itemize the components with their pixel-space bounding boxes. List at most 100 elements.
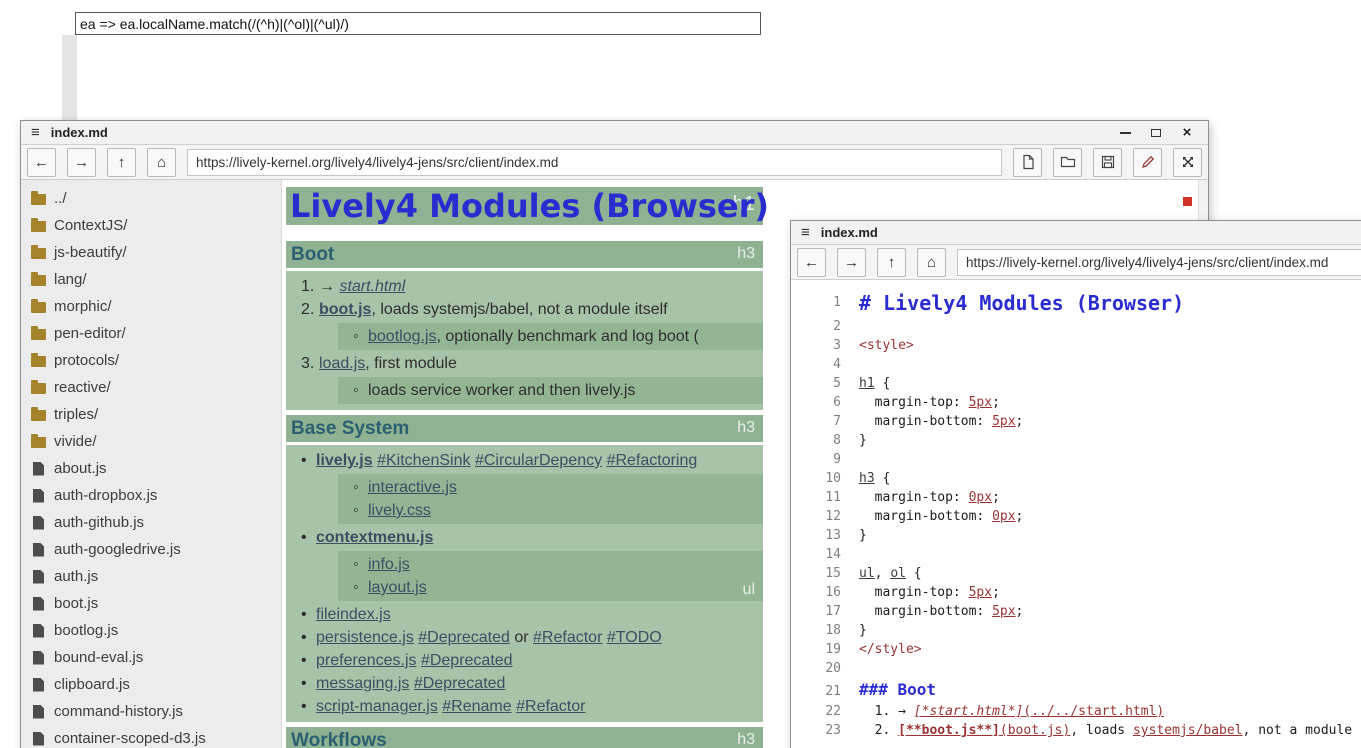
sidebar-item-file[interactable]: auth-dropbox.js — [21, 482, 281, 509]
code-segment: [**boot.js**] — [898, 723, 1000, 738]
forward-button[interactable]: → — [67, 148, 96, 177]
hashtag-link[interactable]: #Refactoring — [607, 452, 698, 469]
link-start-html[interactable]: start.html — [339, 278, 405, 295]
window-title: index.md — [51, 125, 108, 140]
expand-button[interactable] — [1173, 148, 1202, 177]
sidebar-item-folder[interactable]: ContextJS/ — [21, 212, 281, 239]
link-lively-js[interactable]: lively.js — [316, 452, 373, 469]
code-editor[interactable]: 1# Lively4 Modules (Browser) 2 3<style> … — [791, 280, 1361, 748]
hashtag-link[interactable]: #Rename — [442, 698, 511, 715]
code-segment: margin-bottom: — [859, 414, 992, 429]
maximize-button[interactable] — [1145, 124, 1167, 141]
item-text: , loads systemjs/babel, not a module its… — [371, 301, 667, 318]
sidebar-item-file[interactable]: auth-github.js — [21, 509, 281, 536]
list-item: ◦info.js — [338, 553, 763, 576]
code-segment: margin-bottom: — [859, 604, 992, 619]
sidebar-item-file[interactable]: auth-googledrive.js — [21, 536, 281, 563]
link-bootlog-js[interactable]: bootlog.js — [368, 328, 437, 345]
sidebar-item-file[interactable]: command-history.js — [21, 698, 281, 725]
hashtag-link[interactable]: #Deprecated — [414, 675, 506, 692]
link-lively-css[interactable]: lively.css — [368, 502, 431, 519]
sidebar-item-folder[interactable]: lang/ — [21, 266, 281, 293]
desktop: ≡ index.md × ← → ↑ ⌂ — [0, 0, 1361, 748]
link-boot-js[interactable]: boot.js — [319, 301, 371, 318]
link-load-js[interactable]: load.js — [319, 355, 365, 372]
file-icon — [33, 489, 44, 503]
url-input[interactable] — [187, 149, 1002, 176]
hashtag-link[interactable]: #KitchenSink — [377, 452, 470, 469]
link-persistence-js[interactable]: persistence.js — [316, 629, 414, 646]
sidebar-item-folder[interactable]: reactive/ — [21, 374, 281, 401]
new-file-button[interactable] — [1013, 148, 1042, 177]
hashtag-link[interactable]: #Deprecated — [418, 629, 510, 646]
sidebar-item-file[interactable]: bootlog.js — [21, 617, 281, 644]
folder-button[interactable] — [1053, 148, 1082, 177]
code-segment: , loads — [1070, 723, 1133, 738]
link-script-manager-js[interactable]: script-manager.js — [316, 698, 438, 715]
hashtag-link[interactable]: #Refactor — [516, 698, 585, 715]
code-segment: h1 — [859, 376, 875, 391]
list-marker: • — [301, 526, 316, 549]
window-titlebar[interactable]: ≡ index.md × — [21, 121, 1208, 145]
link-info-js[interactable]: info.js — [368, 556, 410, 573]
hashtag-link[interactable]: #CircularDepency — [475, 452, 602, 469]
folder-icon — [31, 275, 46, 286]
folder-name: triples/ — [54, 406, 98, 423]
code-segment: , — [875, 566, 891, 581]
close-button[interactable]: × — [1176, 124, 1198, 141]
folder-icon — [31, 356, 46, 367]
hashtag-link[interactable]: #TODO — [607, 629, 662, 646]
file-icon — [33, 462, 44, 476]
sidebar-item-folder[interactable]: pen-editor/ — [21, 320, 281, 347]
sidebar-item-folder[interactable]: vivide/ — [21, 428, 281, 455]
sidebar-item-file[interactable]: bound-eval.js — [21, 644, 281, 671]
window-menu-icon[interactable]: ≡ — [801, 224, 810, 241]
code-segment: { — [875, 376, 891, 391]
sidebar-item-folder[interactable]: protocols/ — [21, 347, 281, 374]
home-button[interactable]: ⌂ — [147, 148, 176, 177]
folder-icon — [31, 329, 46, 340]
edit-button[interactable] — [1133, 148, 1162, 177]
link-layout-js[interactable]: layout.js — [368, 579, 427, 596]
code-line: 23 2. [**boot.js**](boot.js), loads syst… — [803, 723, 1361, 742]
sidebar-item-folder[interactable]: triples/ — [21, 401, 281, 428]
link-interactive-js[interactable]: interactive.js — [368, 479, 457, 496]
link-fileindex-js[interactable]: fileindex.js — [316, 606, 391, 623]
forward-button[interactable]: → — [837, 248, 866, 277]
folder-icon — [31, 248, 46, 259]
sidebar-item-folder[interactable]: ../ — [21, 185, 281, 212]
file-name: auth-dropbox.js — [54, 487, 157, 504]
up-button[interactable]: ↑ — [107, 148, 136, 177]
window-menu-icon[interactable]: ≡ — [31, 124, 40, 141]
sidebar-item-file[interactable]: boot.js — [21, 590, 281, 617]
window-titlebar[interactable]: ≡ index.md — [791, 221, 1361, 245]
nested-list-highlight: ◦bootlog.js, optionally benchmark and lo… — [338, 323, 763, 350]
link-preferences-js[interactable]: preferences.js — [316, 652, 417, 669]
sidebar-item-file[interactable]: container-scoped-d3.js — [21, 725, 281, 748]
sidebar-item-file[interactable]: auth.js — [21, 563, 281, 590]
link-contextmenu-js[interactable]: contextmenu.js — [316, 529, 433, 546]
hashtag-link[interactable]: #Refactor — [533, 629, 602, 646]
list-item: •contextmenu.js — [286, 526, 763, 549]
back-button[interactable]: ← — [797, 248, 826, 277]
sidebar-item-file[interactable]: about.js — [21, 455, 281, 482]
minimize-button[interactable] — [1114, 124, 1136, 141]
back-button[interactable]: ← — [27, 148, 56, 177]
sidebar-item-folder[interactable]: morphic/ — [21, 293, 281, 320]
url-input[interactable] — [957, 249, 1361, 276]
save-button[interactable] — [1093, 148, 1122, 177]
filter-expression-input[interactable] — [75, 12, 761, 35]
list-marker: 1. — [301, 275, 319, 298]
file-name: bound-eval.js — [54, 649, 143, 666]
item-text: or — [510, 629, 533, 646]
file-name: command-history.js — [54, 703, 183, 720]
up-button[interactable]: ↑ — [877, 248, 906, 277]
sidebar-item-file[interactable]: clipboard.js — [21, 671, 281, 698]
line-number: 5 — [803, 376, 841, 391]
sidebar-item-folder[interactable]: js-beautify/ — [21, 239, 281, 266]
hashtag-link[interactable]: #Deprecated — [421, 652, 513, 669]
link-messaging-js[interactable]: messaging.js — [316, 675, 409, 692]
home-button[interactable]: ⌂ — [917, 248, 946, 277]
file-name: container-scoped-d3.js — [54, 730, 206, 747]
code-segment: { — [875, 471, 891, 486]
